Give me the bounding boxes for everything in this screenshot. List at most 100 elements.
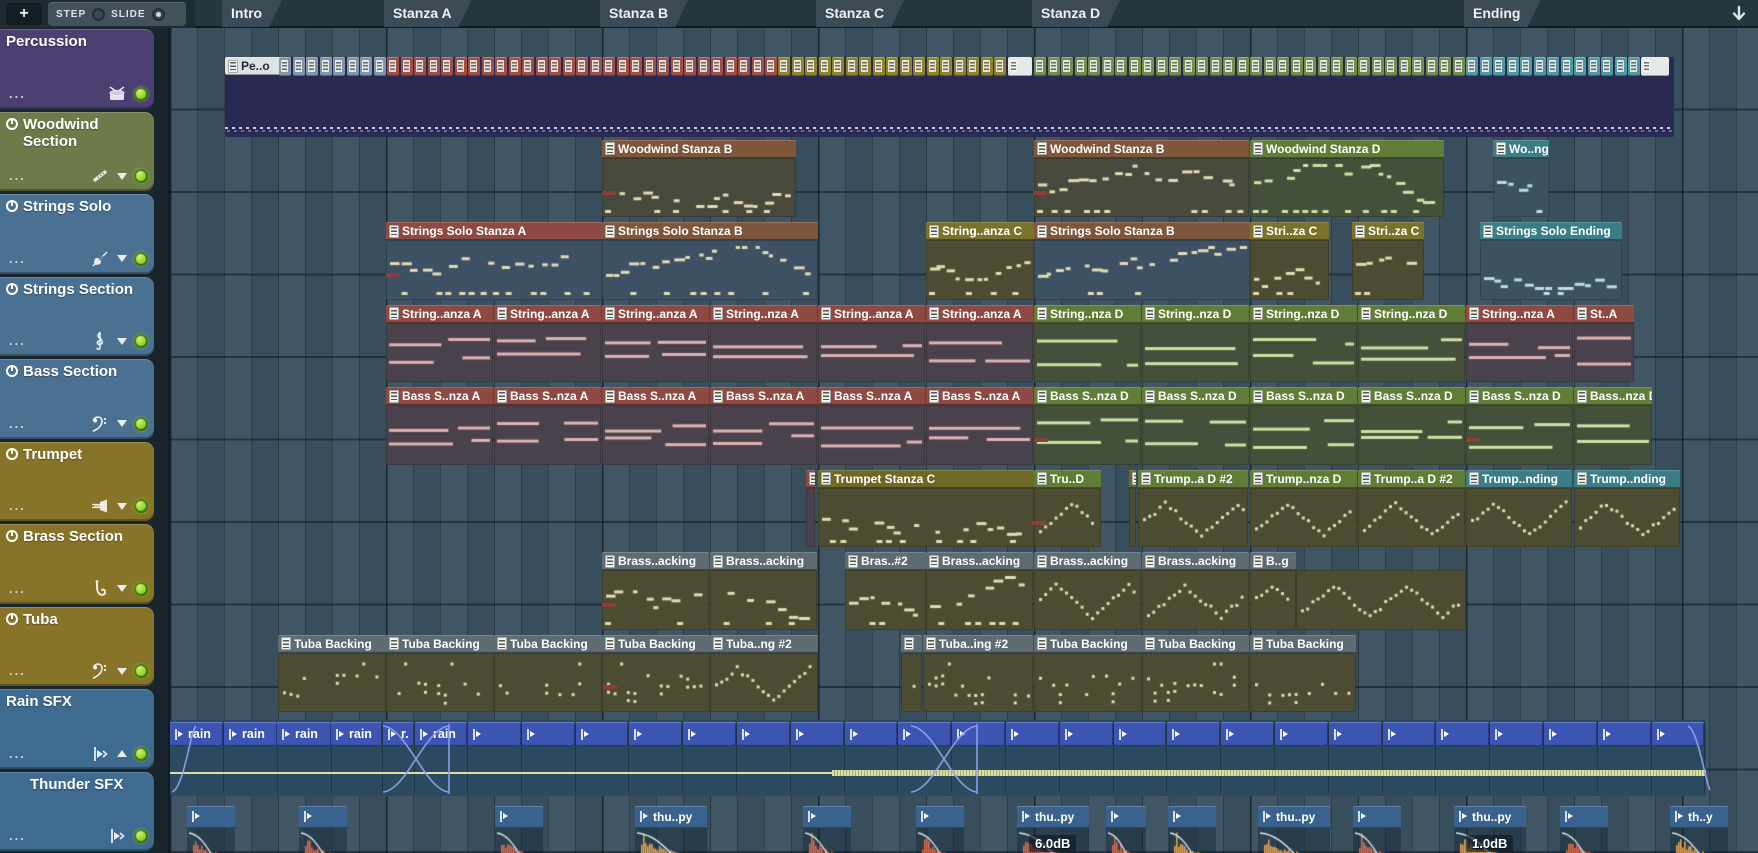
clip-title-bar[interactable]: St..A — [1574, 305, 1634, 323]
pattern-clip[interactable]: Tuba..ng #2 — [710, 635, 818, 715]
pattern-mini-clip[interactable] — [1169, 57, 1181, 76]
rain-audio-clip[interactable]: rain — [277, 722, 331, 746]
pattern-mini-clip[interactable] — [1439, 57, 1451, 76]
pattern-clip[interactable]: Bass S..nza D — [1358, 387, 1465, 467]
clip-title-bar[interactable]: String..anza A — [818, 305, 925, 323]
pattern-mini-clip[interactable] — [1115, 57, 1127, 76]
pattern-clip[interactable]: Bass S..nza A — [386, 387, 493, 467]
clip-title-bar[interactable]: String..anza A — [926, 305, 1033, 323]
thunder-clip-title-bar[interactable]: th..y — [1670, 806, 1728, 828]
timeline-ruler[interactable]: IntroStanza AStanza BStanza CStanza DEnd… — [195, 0, 1758, 28]
clip-body[interactable] — [1358, 405, 1465, 465]
pattern-mini-clip[interactable] — [320, 57, 332, 76]
rain-audio-clip[interactable] — [1652, 722, 1705, 746]
pattern-mini-clip[interactable] — [1372, 57, 1384, 76]
clip-title-bar[interactable]: Woodwind Stanza B — [1034, 140, 1249, 158]
thunder-clip-title-bar[interactable] — [1353, 806, 1401, 828]
clip-title-bar[interactable]: Wo..ng — [1493, 140, 1549, 158]
clip-body[interactable] — [602, 653, 710, 713]
pattern-clip[interactable]: Woodwind Stanza B — [602, 140, 796, 220]
thunder-clip-title-bar[interactable] — [495, 806, 543, 828]
thunder-clip-body[interactable] — [1560, 828, 1608, 853]
thunder-clip-title-bar[interactable] — [916, 806, 964, 828]
pattern-clip[interactable]: Brass..acking — [1142, 552, 1249, 632]
pattern-clip[interactable]: Tru..D — [1034, 470, 1101, 550]
clip-body[interactable] — [1142, 405, 1249, 465]
pattern-mini-clip[interactable] — [1641, 57, 1669, 76]
clip-title-bar[interactable]: Tru..D — [1034, 470, 1101, 488]
pattern-mini-clip[interactable] — [293, 57, 305, 76]
pattern-clip[interactable]: String..anza C — [926, 222, 1034, 302]
timeline-marker-stanza-d[interactable]: Stanza D — [1032, 0, 1120, 27]
track-menu-dots[interactable]: ... — [9, 502, 26, 510]
pattern-mini-clip[interactable] — [590, 57, 602, 76]
pattern-clip[interactable]: Bass S..nza D — [1034, 387, 1141, 467]
clip-body[interactable] — [1250, 488, 1357, 548]
rain-audio-clip[interactable] — [576, 722, 629, 746]
clip-title-bar[interactable]: String..nza D — [1358, 305, 1465, 323]
pattern-clip[interactable]: String..anza A — [386, 305, 493, 385]
pattern-clip[interactable]: Wo..ng — [1493, 140, 1549, 220]
rain-audio-clip[interactable] — [1490, 722, 1543, 746]
pattern-mini-clip[interactable] — [468, 57, 480, 76]
track-dropdown-icon[interactable] — [117, 420, 127, 427]
pattern-clip[interactable]: Stri..za C — [1352, 222, 1424, 302]
thunder-audio-clip[interactable] — [1168, 806, 1216, 853]
track-dropdown-icon[interactable] — [117, 503, 127, 510]
pattern-mini-clip[interactable] — [279, 57, 291, 76]
pattern-clip[interactable]: Tuba Backing — [602, 635, 710, 715]
thunder-clip-title-bar[interactable]: thu..py — [1017, 806, 1089, 828]
clip-title-bar[interactable]: Bass S..nza D — [1358, 387, 1465, 405]
thunder-clip-title-bar[interactable]: thu..py — [1258, 806, 1330, 828]
pattern-mini-clip[interactable] — [1196, 57, 1208, 76]
pattern-mini-clip[interactable] — [360, 57, 372, 76]
clip-body[interactable] — [1034, 653, 1142, 713]
pattern-mini-clip[interactable] — [1318, 57, 1330, 76]
thunder-audio-clip[interactable] — [1560, 806, 1608, 853]
pattern-mini-clip[interactable] — [832, 57, 844, 76]
pattern-clip[interactable]: Bass S..nza D — [1250, 387, 1357, 467]
pattern-mini-clip[interactable] — [644, 57, 656, 76]
pattern-mini-clip[interactable] — [1142, 57, 1154, 76]
clip-body[interactable] — [1574, 405, 1652, 465]
pattern-mini-clip[interactable] — [428, 57, 440, 76]
track-enable-led[interactable] — [134, 499, 148, 513]
track-header-tuba[interactable]: Tuba... — [0, 607, 154, 687]
thunder-clip-title-bar[interactable] — [1106, 806, 1146, 828]
clip-title-bar[interactable]: Strings Solo Stanza B — [602, 222, 818, 240]
clip-body[interactable] — [710, 570, 817, 630]
clip-body[interactable] — [602, 240, 818, 300]
pattern-clip[interactable]: Stri..za C — [1250, 222, 1329, 302]
pattern-mini-clip[interactable] — [1250, 57, 1262, 76]
pattern-mini-clip[interactable] — [1493, 57, 1505, 76]
track-enable-led[interactable] — [134, 664, 148, 678]
pattern-mini-clip[interactable] — [1561, 57, 1573, 76]
clip-title-bar[interactable]: Brass..acking — [602, 552, 709, 570]
pattern-mini-clip[interactable] — [1291, 57, 1303, 76]
track-header-brass-section[interactable]: Brass Section... — [0, 524, 154, 604]
pattern-mini-clip[interactable] — [401, 57, 413, 76]
clip-body[interactable] — [1142, 653, 1249, 713]
clip-title-bar[interactable]: Bass S..nza A — [494, 387, 601, 405]
track-info-icon[interactable] — [6, 448, 18, 460]
clip-title-bar[interactable]: Strings Solo Stanza B — [1034, 222, 1250, 240]
pattern-mini-clip[interactable] — [738, 57, 750, 76]
pattern-mini-clip[interactable] — [994, 57, 1006, 76]
clip-body[interactable] — [926, 323, 1033, 383]
clip-body[interactable] — [818, 323, 925, 383]
track-header-strings-section[interactable]: Strings Section... — [0, 277, 154, 357]
clip-body[interactable] — [923, 653, 1033, 713]
track-menu-dots[interactable]: ... — [9, 420, 26, 428]
pattern-clip[interactable]: String..anza A — [602, 305, 709, 385]
clip-title-bar[interactable]: Bass..nza D — [1574, 387, 1652, 405]
clip-body[interactable] — [1034, 405, 1141, 465]
pattern-clip[interactable]: Bass S..nza D — [1466, 387, 1573, 467]
pattern-mini-clip[interactable] — [1034, 57, 1046, 76]
clip-title-bar[interactable]: Bass S..nza A — [602, 387, 709, 405]
pattern-clip[interactable]: Bass..nza D — [1574, 387, 1652, 467]
clip-body[interactable] — [1296, 570, 1466, 630]
pattern-mini-clip[interactable] — [698, 57, 710, 76]
clip-body[interactable] — [386, 240, 602, 300]
thunder-audio-clip[interactable] — [803, 806, 851, 853]
clip-body[interactable] — [1142, 570, 1249, 630]
